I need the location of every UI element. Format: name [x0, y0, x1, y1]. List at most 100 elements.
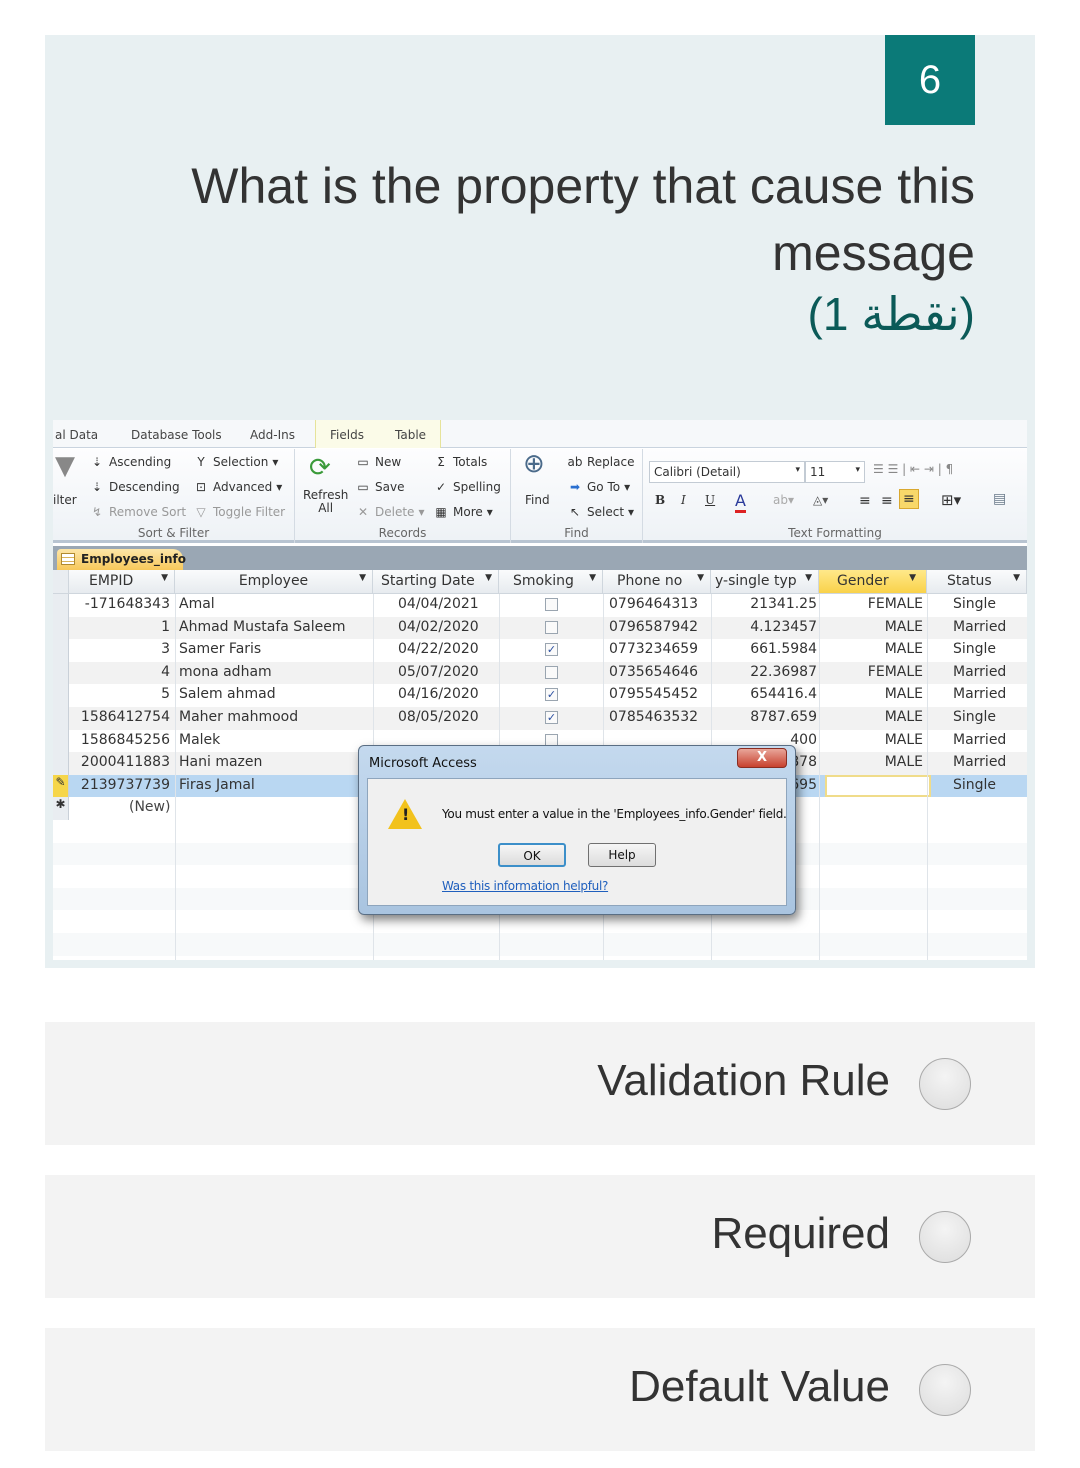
- row-selector[interactable]: [53, 707, 69, 730]
- cell-y-single-type[interactable]: 22.36987: [750, 664, 817, 680]
- cell-empid[interactable]: 4: [161, 664, 170, 680]
- help-button[interactable]: Help: [588, 843, 656, 867]
- cell-phone[interactable]: 0785463532: [609, 709, 698, 725]
- align-left-icon[interactable]: ≡: [859, 493, 871, 509]
- toggle-filter-button[interactable]: ▽ Toggle Filter: [193, 505, 285, 519]
- dropdown-arrow-icon[interactable]: ▼: [909, 573, 916, 583]
- cell-gender[interactable]: MALE: [885, 754, 923, 770]
- totals-button[interactable]: Σ Totals: [433, 455, 487, 469]
- cell-empid[interactable]: 1: [161, 619, 170, 635]
- row-selector[interactable]: [53, 594, 69, 617]
- ascending-button[interactable]: ⇣ Ascending: [89, 455, 171, 469]
- more-button[interactable]: ▦ More ▾: [433, 505, 492, 519]
- cell-gender[interactable]: MALE: [885, 709, 923, 725]
- align-right-icon[interactable]: ≡: [899, 489, 919, 509]
- refresh-all-button[interactable]: Refresh All: [303, 489, 348, 515]
- bold-button[interactable]: B: [655, 493, 665, 507]
- cell-y-single-type[interactable]: 4.123457: [750, 619, 817, 635]
- cell-employee[interactable]: mona adham: [179, 664, 272, 680]
- cell-empid[interactable]: 1586412754: [81, 709, 170, 725]
- filter-button[interactable]: ilter: [53, 493, 77, 507]
- option-required[interactable]: Required: [45, 1175, 1035, 1298]
- cell-status[interactable]: Married: [953, 619, 1006, 635]
- highlight-icon[interactable]: ab▾: [773, 493, 794, 507]
- helpful-link[interactable]: Was this information helpful?: [442, 879, 608, 893]
- cell-gender[interactable]: FEMALE: [868, 596, 923, 612]
- row-selector[interactable]: [53, 616, 69, 640]
- smoking-checkbox[interactable]: ✓: [545, 688, 558, 702]
- cell-phone[interactable]: 0796464313: [609, 596, 698, 612]
- dropdown-arrow-icon[interactable]: ▼: [485, 573, 492, 583]
- option-validation-rule[interactable]: Validation Rule: [45, 1022, 1035, 1145]
- row-selector[interactable]: ✎: [53, 774, 69, 798]
- cell-employee[interactable]: Firas Jamal: [179, 777, 255, 793]
- bullets-icon[interactable]: ☰ ☰ | ⇤ ⇥ | ¶: [873, 462, 953, 476]
- cell-empid[interactable]: 2000411883: [81, 754, 170, 770]
- row-selector[interactable]: [53, 639, 69, 662]
- cell-phone[interactable]: 0795545452: [609, 686, 698, 702]
- align-center-icon[interactable]: ≡: [881, 493, 893, 509]
- radio-button[interactable]: [919, 1211, 971, 1263]
- column-header-status[interactable]: Status ▼: [927, 570, 1027, 594]
- table-row[interactable]: 3 Samer Faris 04/22/2020 ✓ 0773234659 661.598…: [53, 639, 1027, 662]
- dropdown-arrow-icon[interactable]: ▼: [161, 573, 168, 583]
- cell-status[interactable]: Married: [953, 664, 1006, 680]
- dropdown-arrow-icon[interactable]: ▼: [697, 573, 704, 583]
- cell-starting-date[interactable]: 05/07/2020: [398, 664, 479, 680]
- smoking-checkbox[interactable]: [545, 620, 558, 634]
- cell-employee[interactable]: Malek: [179, 732, 220, 748]
- employees-info-tab[interactable]: Employees_info: [57, 549, 186, 570]
- cell-employee[interactable]: Salem ahmad: [179, 686, 276, 702]
- cell-y-single-type[interactable]: 21341.25: [750, 596, 817, 612]
- row-selector[interactable]: [53, 752, 69, 775]
- column-header-empid[interactable]: EMPID ▼: [69, 570, 175, 594]
- cell-y-single-type[interactable]: 654416.4: [750, 686, 817, 702]
- cell-phone[interactable]: 0735654646: [609, 664, 698, 680]
- row-selector[interactable]: [53, 684, 69, 707]
- radio-button[interactable]: [919, 1364, 971, 1416]
- advanced-button[interactable]: ⊡ Advanced ▾: [193, 480, 282, 494]
- remove-sort-button[interactable]: ↯ Remove Sort: [89, 505, 186, 519]
- cell-employee[interactable]: Ahmad Mustafa Saleem: [179, 619, 346, 635]
- spelling-button[interactable]: ✓ Spelling: [433, 480, 501, 494]
- cell-status[interactable]: Single: [953, 777, 996, 793]
- cell-gender[interactable]: MALE: [885, 619, 923, 635]
- cell-status[interactable]: Married: [953, 754, 1006, 770]
- cell-empid[interactable]: 3: [161, 641, 170, 657]
- descending-button[interactable]: ⇣ Descending: [89, 480, 180, 494]
- cell-employee[interactable]: Maher mahmood: [179, 709, 298, 725]
- table-row[interactable]: 5 Salem ahmad 04/16/2020 ✓ 0795545452 654416.…: [53, 684, 1027, 707]
- cell-y-single-type[interactable]: 661.5984: [750, 641, 817, 657]
- cell-starting-date[interactable]: 04/04/2021: [398, 596, 479, 612]
- table-row[interactable]: -171648343 Amal 04/04/2021 0796464313 21341.…: [53, 594, 1027, 617]
- alternate-row-color-icon[interactable]: ▤: [993, 491, 1006, 507]
- gender-input-empty[interactable]: [825, 774, 931, 797]
- cell-employee[interactable]: Hani mazen: [179, 754, 262, 770]
- ok-button[interactable]: OK: [498, 843, 566, 867]
- row-selector[interactable]: [53, 729, 69, 753]
- replace-button[interactable]: ab Replace: [567, 455, 635, 469]
- table-row[interactable]: 4 mona adham 05/07/2020 0735654646 22.36987 F…: [53, 661, 1027, 685]
- table-row[interactable]: 1586412754 Maher mahmood 08/05/2020 ✓ 078546…: [53, 707, 1027, 730]
- dropdown-arrow-icon[interactable]: ▼: [589, 573, 596, 583]
- cell-status[interactable]: Married: [953, 732, 1006, 748]
- italic-button[interactable]: I: [681, 493, 686, 507]
- column-header-smoking[interactable]: Smoking ▼: [499, 570, 603, 594]
- cell-empid[interactable]: -171648343: [85, 596, 170, 612]
- column-header-employee[interactable]: Employee ▼: [175, 570, 373, 594]
- tab-database-tools[interactable]: Database Tools: [131, 428, 222, 442]
- radio-button[interactable]: [919, 1058, 971, 1110]
- tab-fields[interactable]: Fields: [330, 428, 364, 442]
- cell-empid[interactable]: 5: [161, 686, 170, 702]
- dropdown-arrow-icon[interactable]: ▼: [805, 573, 812, 583]
- cell-gender[interactable]: MALE: [885, 732, 923, 748]
- gridlines-icon[interactable]: ⊞▾: [941, 491, 961, 509]
- font-name-select[interactable]: Calibri (Detail) ▾: [649, 461, 805, 483]
- cell-employee[interactable]: Amal: [179, 596, 215, 612]
- column-header-gender[interactable]: Gender ▼: [819, 570, 927, 594]
- cell-phone[interactable]: 0773234659: [609, 641, 698, 657]
- tab-table[interactable]: Table: [395, 428, 426, 442]
- cell-status[interactable]: Married: [953, 686, 1006, 702]
- font-color-icon[interactable]: A: [735, 491, 746, 513]
- column-header-y-single-type[interactable]: y-single typ ▼: [711, 570, 819, 594]
